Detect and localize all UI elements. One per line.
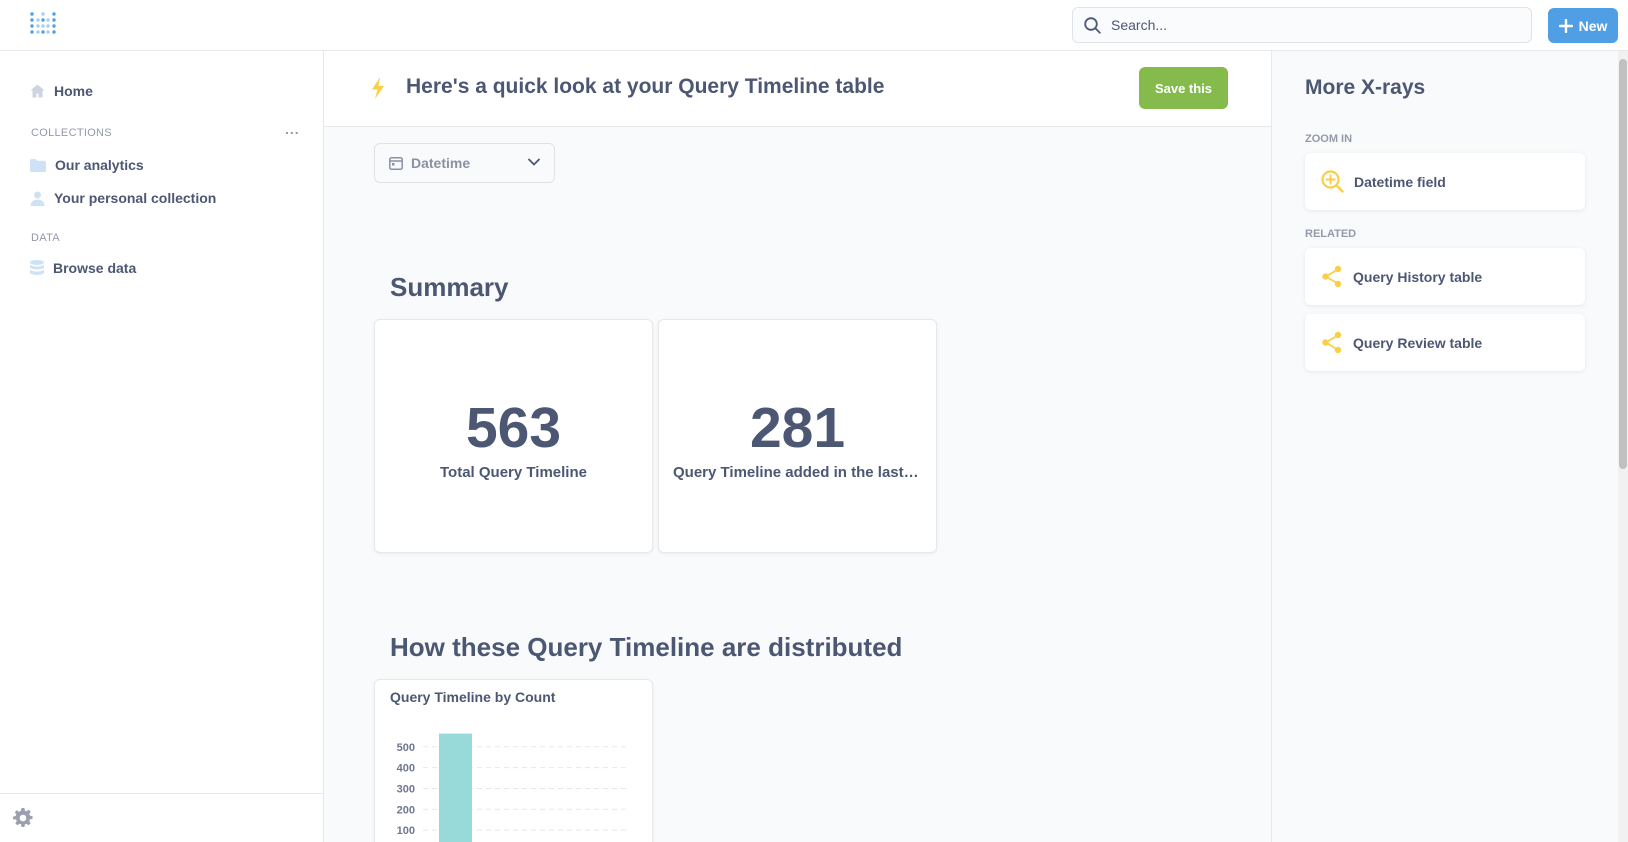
- plus-icon: [1558, 18, 1573, 33]
- share-icon: [1322, 265, 1342, 288]
- related-label: RELATED: [1305, 228, 1357, 240]
- top-bar: New: [0, 0, 1628, 51]
- more-xrays-panel: More X-rays ZOOM IN Datetime field RELAT…: [1271, 51, 1628, 842]
- chevron-down-icon: [528, 158, 540, 166]
- collections-section-label: COLLECTIONS: [31, 127, 112, 139]
- related-item-label: Query Review table: [1353, 334, 1483, 351]
- chart-card[interactable]: Query Timeline by Count 0100200300400500: [374, 679, 653, 842]
- total-value: 563: [465, 396, 562, 460]
- related-item-label: Query History table: [1353, 268, 1483, 285]
- zoom-in-label: ZOOM IN: [1305, 133, 1353, 145]
- y-tick-label: 200: [397, 804, 415, 816]
- new-button[interactable]: New: [1548, 8, 1618, 43]
- page-scrollbar[interactable]: [1618, 51, 1628, 842]
- recent-card[interactable]: 281 Query Timeline added in the last 30 …: [658, 319, 937, 553]
- total-card[interactable]: 563 Total Query Timeline: [374, 319, 653, 553]
- recent-value: 281: [749, 396, 846, 460]
- data-section-label: DATA: [31, 232, 60, 244]
- distribution-heading: How these Query Timeline are distributed: [390, 632, 903, 662]
- calendar-icon: [389, 157, 403, 170]
- related-query-history[interactable]: Query History table: [1305, 248, 1585, 305]
- search-input[interactable]: [1111, 8, 1521, 42]
- save-button[interactable]: Save this: [1139, 67, 1228, 109]
- datetime-filter[interactable]: Datetime: [374, 143, 555, 183]
- summary-heading: Summary: [390, 272, 509, 302]
- search-box[interactable]: [1072, 7, 1532, 43]
- sidebar-item-our-analytics[interactable]: Our analytics: [30, 153, 144, 177]
- main-content: Here's a quick look at your Query Timeli…: [324, 51, 1271, 842]
- y-tick-label: 100: [397, 825, 415, 837]
- home-icon: [30, 84, 45, 98]
- recent-label: Query Timeline added in the last 30 days: [673, 464, 936, 481]
- y-tick-label: 400: [397, 763, 415, 775]
- xray-header: Here's a quick look at your Query Timeli…: [324, 51, 1271, 127]
- related-query-review[interactable]: Query Review table: [1305, 314, 1585, 371]
- sidebar-item-label: Our analytics: [55, 157, 144, 173]
- gear-icon[interactable]: [13, 808, 33, 828]
- sidebar-item-label: Browse data: [53, 260, 137, 276]
- sidebar-footer: [0, 793, 323, 842]
- page-title: Here's a quick look at your Query Timeli…: [406, 75, 885, 98]
- search-icon: [1084, 17, 1101, 34]
- zoom-datetime-field[interactable]: Datetime field: [1305, 153, 1585, 210]
- scrollbar-thumb[interactable]: [1619, 59, 1627, 469]
- bolt-icon: [372, 77, 384, 99]
- total-label: Total Query Timeline: [440, 464, 587, 481]
- person-icon: [30, 191, 45, 206]
- share-icon: [1322, 331, 1342, 354]
- sidebar-item-personal-collection[interactable]: Your personal collection: [30, 186, 216, 210]
- sidebar-item-browse-data[interactable]: Browse data: [30, 256, 136, 280]
- zoom-in-icon: [1321, 170, 1344, 193]
- panel-title: More X-rays: [1305, 76, 1426, 99]
- sidebar: Home COLLECTIONS ... Our analytics Your …: [0, 51, 324, 842]
- database-icon: [30, 260, 44, 275]
- sidebar-item-label: Home: [54, 83, 93, 99]
- collections-more-button[interactable]: ...: [285, 121, 300, 137]
- zoom-item-label: Datetime field: [1354, 173, 1446, 190]
- chart-bar[interactable]: [439, 733, 472, 842]
- bar-chart: 0100200300400500: [397, 733, 629, 842]
- sidebar-item-label: Your personal collection: [54, 190, 217, 206]
- y-tick-label: 500: [397, 742, 415, 754]
- sidebar-item-home[interactable]: Home: [30, 79, 93, 103]
- new-button-label: New: [1578, 17, 1608, 34]
- metabase-logo-icon[interactable]: [30, 12, 56, 38]
- folder-icon: [30, 158, 46, 172]
- filter-label: Datetime: [411, 155, 471, 171]
- y-tick-label: 300: [397, 783, 415, 795]
